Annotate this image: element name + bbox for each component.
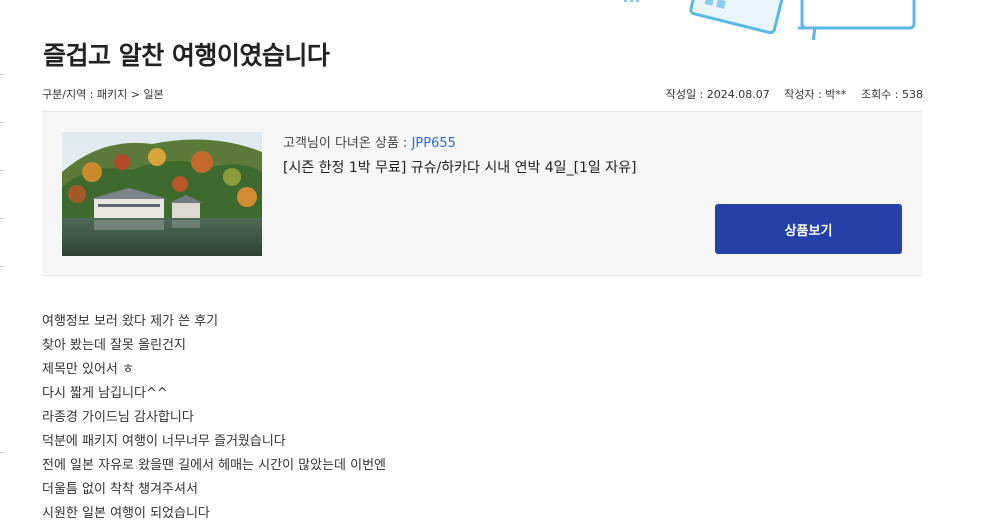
review-line: 전에 일본 자유로 왔을땐 길에서 헤매는 시간이 많았는데 이번엔 <box>42 458 387 473</box>
product-label: 고객님이 다녀온 상품 : JPP655 <box>283 132 456 151</box>
post-title: 즐겁고 알찬 여행이였습니다 <box>43 41 330 70</box>
product-code-link[interactable]: JPP655 <box>412 136 456 151</box>
view-product-button[interactable]: 상품보기 <box>715 204 902 254</box>
post-date: 작성일 : 2024.08.07 <box>665 88 770 101</box>
product-name[interactable]: [시즌 한정 1박 무료] 규슈/하카다 시내 연박 4일_[1일 자유] <box>283 157 637 177</box>
product-thumbnail[interactable] <box>62 132 262 256</box>
review-line: 다시 짧게 남깁니다^^ <box>42 386 168 401</box>
product-card: 고객님이 다녀온 상품 : JPP655 [시즌 한정 1박 무료] 규슈/하카… <box>42 111 922 276</box>
review-line: 찾아 봤는데 잘못 올린건지 <box>42 338 186 353</box>
post-category: 구분/지역 : 패키지 > 일본 <box>42 88 164 101</box>
review-line: 시원한 일본 여행이 되었습니다 <box>42 506 210 521</box>
review-line: 여행정보 보러 왔다 제가 쓴 후기 <box>42 314 219 329</box>
review-line: 더울틈 없이 착착 챙겨주셔서 <box>42 482 198 497</box>
review-line: 제목만 있어서 ㅎ <box>42 362 134 377</box>
review-line: 덕분에 패키지 여행이 너무너무 즐거웠습니다 <box>42 434 286 449</box>
post-author: 작성자 : 박** <box>784 88 847 101</box>
review-line: 라종경 가이드님 감사합니다 <box>42 410 194 425</box>
travel-illustration-icon <box>624 0 916 40</box>
review-body: 여행정보 보러 왔다 제가 쓴 후기 찾아 봤는데 잘못 올린건지 제목만 있어… <box>42 310 386 526</box>
post-views: 조회수 : 538 <box>860 88 923 101</box>
product-label-prefix: 고객님이 다녀온 상품 : <box>283 136 412 151</box>
post-meta: 작성일 : 2024.08.07 작성자 : 박** 조회수 : 538 <box>655 86 923 102</box>
